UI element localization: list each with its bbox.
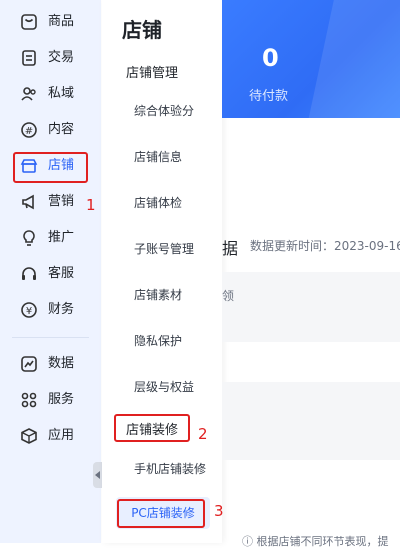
data-update-time: 数据更新时间：2023-09-16 (250, 239, 400, 253)
nav-item-product[interactable]: 商品 (0, 4, 101, 40)
annotation-box-pc-decoration (117, 499, 205, 528)
pending-payment-count[interactable]: 0 (262, 44, 279, 72)
nav-item-cube[interactable]: 应用 (0, 418, 101, 454)
submenu-item-privacy[interactable]: 隐私保护 (134, 332, 182, 349)
finance-icon: ¥ (21, 302, 37, 318)
content-icon: # (21, 122, 37, 138)
content-card (222, 272, 400, 342)
submenu-item-store-assets[interactable]: 店铺素材 (134, 286, 182, 303)
nav-item-label: 客服 (48, 266, 75, 281)
headset-icon (22, 267, 36, 280)
annotation-box-decoration (114, 414, 190, 442)
store-submenu-panel: 店铺 店铺管理 综合体验分 店铺信息 店铺体检 子账号管理 店铺素材 隐私保护 … (102, 0, 222, 543)
rail-divider (12, 337, 89, 338)
main-nav-rail: 商品 交易 私域 # 内容 店铺 营销 推广 客服 ¥ 财务 数据 服务 应用 (0, 0, 101, 543)
nav-item-apps[interactable]: 服务 (0, 382, 101, 418)
product-icon (21, 14, 37, 30)
nav-item-finance[interactable]: ¥ 财务 (0, 292, 101, 328)
submenu-item-experience-score[interactable]: 综合体验分 (134, 102, 194, 119)
nav-item-label: 私域 (48, 86, 75, 101)
submenu-item-subaccount[interactable]: 子账号管理 (134, 240, 194, 257)
svg-text:#: # (25, 126, 33, 137)
annotation-box-store (13, 152, 88, 183)
nav-item-content[interactable]: # 内容 (0, 112, 101, 148)
submenu-title: 店铺 (122, 18, 162, 42)
nav-item-private-domain[interactable]: 私域 (0, 76, 101, 112)
svg-text:¥: ¥ (26, 306, 32, 317)
submenu-item-mobile-decoration[interactable]: 手机店铺装修 (134, 460, 206, 477)
nav-item-chart[interactable]: 数据 (0, 346, 101, 382)
nav-item-label: 商品 (48, 14, 75, 29)
pending-payment-label: 待付款 (249, 89, 289, 104)
lightbulb-icon (23, 230, 35, 246)
submenu-item-store-checkup[interactable]: 店铺体检 (134, 194, 182, 211)
nav-item-lightbulb[interactable]: 推广 (0, 220, 101, 256)
megaphone-icon (22, 194, 34, 210)
nav-item-label: 数据 (48, 356, 75, 371)
chart-icon (21, 356, 37, 372)
section-title: 据 (222, 239, 239, 258)
nav-item-label: 应用 (48, 428, 75, 443)
content-card-text: 领 (222, 289, 235, 303)
nav-item-label: 内容 (48, 122, 75, 137)
annotation-number-2: 2 (198, 425, 208, 443)
submenu-item-store-info[interactable]: 店铺信息 (134, 148, 182, 165)
cube-icon (21, 428, 37, 444)
nav-item-label: 财务 (48, 302, 75, 317)
private-domain-icon (21, 87, 36, 101)
trade-icon (22, 50, 36, 66)
annotation-number-3: 3 (214, 502, 224, 520)
nav-item-trade[interactable]: 交易 (0, 40, 101, 76)
submenu-item-tier-benefits[interactable]: 层级与权益 (134, 378, 194, 395)
apps-icon (21, 392, 37, 408)
hint-text: ⓘ 根据店铺不同环节表现，提 (242, 535, 389, 548)
nav-item-label: 交易 (48, 50, 75, 65)
content-card (222, 382, 400, 460)
nav-item-label: 营销 (48, 194, 75, 209)
nav-item-label: 服务 (48, 392, 75, 407)
annotation-number-1: 1 (86, 196, 96, 214)
nav-item-label: 推广 (48, 230, 75, 245)
submenu-group-store-management[interactable]: 店铺管理 (126, 62, 178, 81)
nav-item-headset[interactable]: 客服 (0, 256, 101, 292)
